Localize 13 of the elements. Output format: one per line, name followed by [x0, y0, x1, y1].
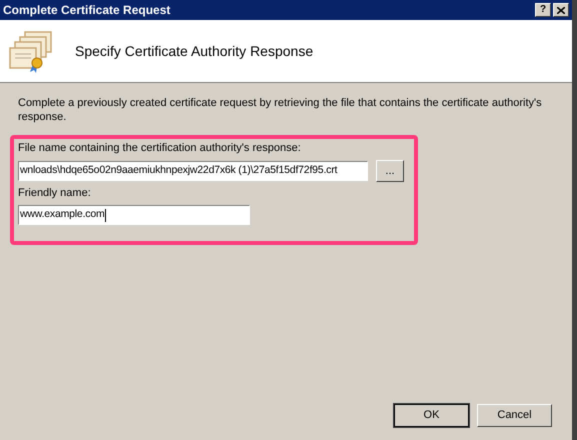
field-label: File name containing the certification authority's response:	[18, 141, 302, 155]
header-title: Specify Certificate Authority Response	[75, 42, 314, 61]
cancel-button[interactable]: Cancel	[477, 404, 552, 427]
field-label: Friendly name:	[18, 186, 92, 200]
close-button[interactable]	[553, 3, 569, 17]
description-text: Complete a previously created certificate request by retrieving the file that contains the certificate authority's response.	[17, 96, 543, 124]
close-icon	[557, 6, 565, 14]
input-field[interactable]: wnloads\hdqe65o02n9aaemiukhnpexjw22d7x6k (1)\27a5f15df72f95.crt	[18, 161, 368, 181]
ok-button[interactable]: OK	[394, 404, 469, 427]
window-title: Complete Certificate Request	[3, 2, 172, 19]
help-button[interactable]: ?	[535, 3, 551, 17]
browse-button[interactable]: ...	[376, 160, 404, 182]
input-field[interactable]: www.example.com	[18, 205, 250, 225]
